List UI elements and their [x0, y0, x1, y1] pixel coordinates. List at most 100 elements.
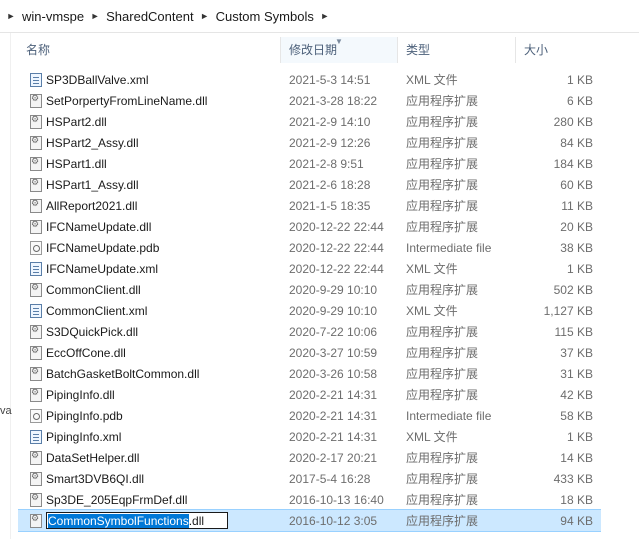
chevron-right-icon[interactable]: ► — [198, 11, 212, 21]
file-name-cell[interactable]: AllReport2021.dll — [18, 198, 281, 213]
file-name: BatchGasketBoltCommon.dll — [46, 366, 200, 381]
file-date: 2020-2-21 14:31 — [289, 387, 378, 402]
file-date: 2021-2-6 18:28 — [289, 177, 371, 192]
pdb-file-icon — [30, 240, 42, 255]
file-size: 502 KB — [553, 282, 593, 297]
file-name-cell[interactable]: PipingInfo.pdb — [18, 408, 281, 423]
file-row[interactable]: PipingInfo.pdb 2020-2-21 14:31 Intermediat… — [18, 405, 601, 426]
breadcrumb-item-sharedcontent[interactable]: SharedContent — [102, 9, 197, 24]
file-name-cell[interactable]: HSPart1.dll — [18, 156, 281, 171]
file-size: 18 KB — [560, 492, 593, 507]
file-size: 94 KB — [560, 513, 593, 528]
file-row[interactable]: PipingInfo.xml 2020-2-21 14:31 XML 文件 1 KB — [18, 426, 601, 447]
file-date: 2020-12-22 22:44 — [289, 240, 384, 255]
rename-input[interactable]: CommonSymbolFunctions .dll — [46, 512, 228, 529]
file-size: 20 KB — [560, 219, 593, 234]
column-header-size[interactable]: 大小 — [516, 37, 601, 63]
file-name-cell[interactable]: IFCNameUpdate.xml — [18, 261, 281, 276]
file-name: HSPart1.dll — [46, 156, 107, 171]
file-name-cell[interactable]: IFCNameUpdate.dll — [18, 219, 281, 234]
file-size: 1 KB — [566, 261, 593, 276]
column-header-date[interactable]: ▼ 修改日期 — [281, 37, 398, 63]
dll-file-icon — [30, 282, 42, 297]
file-name: DataSetHelper.dll — [46, 450, 140, 465]
file-row[interactable]: HSPart1_Assy.dll 2021-2-6 18:28 应用程序扩展 60 K… — [18, 174, 601, 195]
file-name-cell[interactable]: HSPart1_Assy.dll — [18, 177, 281, 192]
file-name-cell[interactable]: PipingInfo.xml — [18, 429, 281, 444]
file-date: 2020-9-29 10:10 — [289, 282, 378, 297]
file-row[interactable]: IFCNameUpdate.xml 2020-12-22 22:44 XML 文件 1… — [18, 258, 601, 279]
file-row[interactable]: Sp3DE_205EqpFrmDef.dll 2016-10-13 16:40 应用… — [18, 489, 601, 510]
file-date: 2016-10-12 3:05 — [289, 513, 378, 528]
file-date: 2020-2-17 20:21 — [289, 450, 378, 465]
file-type: 应用程序扩展 — [406, 367, 479, 381]
file-row[interactable]: HSPart2_Assy.dll 2021-2-9 12:26 应用程序扩展 84 K… — [18, 132, 601, 153]
column-size-label: 大小 — [524, 43, 549, 57]
file-date: 2020-3-27 10:59 — [289, 345, 378, 360]
file-size: 1 KB — [566, 72, 593, 87]
file-name-cell[interactable]: S3DQuickPick.dll — [18, 324, 281, 339]
file-name-cell[interactable]: Smart3DVB6QI.dll — [18, 471, 281, 486]
file-name-cell[interactable]: HSPart2_Assy.dll — [18, 135, 281, 150]
file-date: 2021-2-9 14:10 — [289, 114, 371, 129]
file-row[interactable]: CommonClient.dll 2020-9-29 10:10 应用程序扩展 502… — [18, 279, 601, 300]
dll-file-icon — [30, 492, 42, 507]
column-header-type[interactable]: 类型 — [398, 37, 516, 63]
file-row[interactable]: S3DQuickPick.dll 2020-7-22 10:06 应用程序扩展 115… — [18, 321, 601, 342]
file-row[interactable]: DataSetHelper.dll 2020-2-17 20:21 应用程序扩展 14… — [18, 447, 601, 468]
file-row[interactable]: AllReport2021.dll 2021-1-5 18:35 应用程序扩展 11 … — [18, 195, 601, 216]
file-name: EccOffCone.dll — [46, 345, 126, 360]
file-name-cell[interactable]: IFCNameUpdate.pdb — [18, 240, 281, 255]
file-row[interactable]: PipingInfo.dll 2020-2-21 14:31 应用程序扩展 42 KB — [18, 384, 601, 405]
file-type: 应用程序扩展 — [406, 283, 479, 297]
file-name-cell[interactable]: CommonSymbolFunctions.dll — [18, 512, 281, 529]
file-name-cell[interactable]: Sp3DE_205EqpFrmDef.dll — [18, 492, 281, 507]
file-row[interactable]: SetPorpertyFromLineName.dll 2021-3-28 18:… — [18, 90, 601, 111]
file-name: IFCNameUpdate.xml — [46, 261, 159, 276]
file-name: AllReport2021.dll — [46, 198, 138, 213]
chevron-right-icon[interactable]: ► — [318, 11, 332, 21]
file-type: 应用程序扩展 — [406, 514, 479, 528]
file-size: 280 KB — [553, 114, 593, 129]
file-name-cell[interactable]: SetPorpertyFromLineName.dll — [18, 93, 281, 108]
column-header-name[interactable]: 名称 — [18, 37, 281, 63]
file-type: 应用程序扩展 — [406, 220, 479, 234]
address-bar[interactable]: ► win-vmspe ► SharedContent ► Custom Sym… — [0, 0, 639, 33]
file-row[interactable]: SP3DBallValve.xml 2021-5-3 14:51 XML 文件 1 K… — [18, 69, 601, 90]
chevron-right-icon[interactable]: ► — [88, 11, 102, 21]
file-name: HSPart1_Assy.dll — [46, 177, 139, 192]
file-row[interactable]: IFCNameUpdate.pdb 2020-12-22 22:44 Interme… — [18, 237, 601, 258]
dll-file-icon — [30, 387, 42, 402]
file-date: 2020-7-22 10:06 — [289, 324, 378, 339]
file-name-cell[interactable]: EccOffCone.dll — [18, 345, 281, 360]
file-name-cell[interactable]: CommonClient.dll — [18, 282, 281, 297]
file-name: SetPorpertyFromLineName.dll — [46, 93, 208, 108]
file-name-cell[interactable]: DataSetHelper.dll — [18, 450, 281, 465]
file-size: 115 KB — [554, 324, 593, 339]
dll-file-icon — [30, 93, 42, 108]
breadcrumb-item-custom-symbols[interactable]: Custom Symbols — [212, 9, 318, 24]
file-row-selected[interactable]: CommonSymbolFunctions.dll 2016-10-12 3:05… — [18, 509, 601, 532]
file-date: 2021-2-9 12:26 — [289, 135, 371, 150]
file-row[interactable]: EccOffCone.dll 2020-3-27 10:59 应用程序扩展 37 KB — [18, 342, 601, 363]
file-list[interactable]: SP3DBallValve.xml 2021-5-3 14:51 XML 文件 1 K… — [18, 69, 601, 539]
dll-file-icon — [30, 177, 42, 192]
file-row[interactable]: BatchGasketBoltCommon.dll 2020-3-26 10:58… — [18, 363, 601, 384]
file-name-cell[interactable]: PipingInfo.dll — [18, 387, 281, 402]
sort-descending-icon: ▼ — [335, 37, 343, 46]
file-name-cell[interactable]: CommonClient.xml — [18, 303, 281, 318]
file-type: 应用程序扩展 — [406, 136, 479, 150]
file-row[interactable]: CommonClient.xml 2020-9-29 10:10 XML 文件 1,1… — [18, 300, 601, 321]
chevron-right-icon[interactable]: ► — [4, 11, 18, 21]
file-name-cell[interactable]: HSPart2.dll — [18, 114, 281, 129]
file-date: 2020-12-22 22:44 — [289, 261, 384, 276]
file-name-cell[interactable]: SP3DBallValve.xml — [18, 72, 281, 87]
file-row[interactable]: HSPart2.dll 2021-2-9 14:10 应用程序扩展 280 KB — [18, 111, 601, 132]
file-name-cell[interactable]: BatchGasketBoltCommon.dll — [18, 366, 281, 381]
file-row[interactable]: IFCNameUpdate.dll 2020-12-22 22:44 应用程序扩展 2… — [18, 216, 601, 237]
breadcrumb-item-root[interactable]: win-vmspe — [18, 9, 88, 24]
navigation-pane[interactable]: va — [0, 33, 12, 539]
file-row[interactable]: HSPart1.dll 2021-2-8 9:51 应用程序扩展 184 KB — [18, 153, 601, 174]
file-row[interactable]: Smart3DVB6QI.dll 2017-5-4 16:28 应用程序扩展 433 … — [18, 468, 601, 489]
file-name: IFCNameUpdate.pdb — [46, 240, 160, 255]
